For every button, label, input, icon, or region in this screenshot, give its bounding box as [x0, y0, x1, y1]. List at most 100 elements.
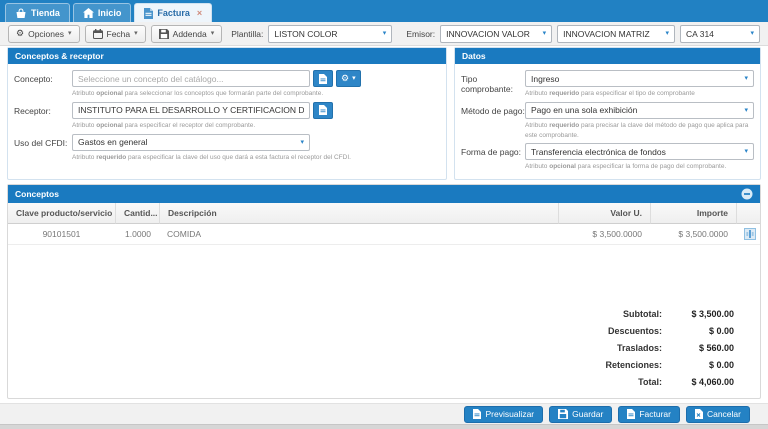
sucursal-value: INNOVACION MATRIZ	[563, 29, 650, 39]
plantilla-value: LISTON COLOR	[274, 29, 337, 39]
button-label: Facturar	[639, 409, 671, 419]
tab-inicio[interactable]: Inicio	[73, 3, 132, 22]
tab-tienda[interactable]: Tienda	[5, 3, 70, 22]
panel-title: Conceptos	[15, 189, 59, 199]
cell-actions	[736, 224, 760, 245]
cell-clave: 90101501	[8, 224, 115, 245]
forma-pago-value: Transferencia electrónica de fondos	[531, 147, 666, 157]
save-icon	[558, 409, 568, 419]
concepto-settings-button[interactable]: ⚙ ▾	[336, 70, 361, 87]
fecha-button[interactable]: Fecha ▾	[85, 25, 146, 43]
column-header-valor-u[interactable]: Valor U.	[558, 203, 650, 224]
table-row[interactable]: 90101501 1.0000 COMIDA $ 3,500.0000 $ 3,…	[8, 224, 760, 245]
metodo-pago-label: Método de pago:	[461, 102, 525, 141]
document-icon	[319, 74, 327, 84]
cell-descripcion: COMIDA	[159, 224, 558, 245]
concepto-label: Concepto:	[14, 70, 72, 99]
column-header-descripcion[interactable]: Descripción	[159, 203, 558, 224]
bottom-strip	[0, 424, 768, 429]
total-value: $ 0.00	[662, 360, 734, 370]
totals-row-retenciones: Retenciones: $ 0.00	[8, 356, 734, 373]
button-label: Previsualizar	[485, 409, 534, 419]
sucursal-select[interactable]: INNOVACION MATRIZ ▾	[557, 25, 675, 43]
opciones-button[interactable]: ⚙ Opciones ▾	[8, 25, 80, 43]
close-tab-icon[interactable]: ×	[197, 9, 202, 18]
collapse-panel-icon[interactable]	[741, 188, 753, 200]
panel-header: Conceptos	[8, 185, 760, 203]
tab-factura[interactable]: Factura ×	[134, 3, 212, 22]
concepto-catalog-button[interactable]	[313, 70, 333, 87]
tab-bar: Tienda Inicio Factura ×	[0, 0, 768, 22]
tab-label: Inicio	[98, 8, 122, 18]
column-header-clave[interactable]: Clave producto/servicio	[8, 203, 115, 224]
metodo-pago-row: Método de pago: Pago en una sola exhibic…	[461, 102, 754, 141]
table-header: Clave producto/servicio Cantid... Descri…	[8, 203, 760, 224]
concepto-row: Concepto: ⚙ ▾ Atrib	[14, 70, 440, 99]
cancel-icon	[695, 409, 703, 419]
forma-pago-label: Forma de pago:	[461, 143, 525, 172]
fecha-label: Fecha	[107, 29, 131, 39]
totals-block: Subtotal: $ 3,500.00 Descuentos: $ 0.00 …	[8, 301, 760, 398]
uso-cfdi-select[interactable]: Gastos en general ▾	[72, 134, 310, 151]
panel-title: Datos	[462, 51, 486, 61]
metodo-pago-select[interactable]: Pago en una sola exhibición ▾	[525, 102, 754, 119]
column-header-importe[interactable]: Importe	[650, 203, 736, 224]
tipo-comprobante-help: Atributo requerido para especificar el t…	[525, 89, 754, 99]
receptor-help: Atributo opcional para especificar el re…	[72, 121, 440, 131]
uso-cfdi-value: Gastos en general	[78, 137, 147, 147]
panel-body: Tipo comprobante: Ingreso ▾ Atributo req…	[455, 64, 760, 179]
chevron-down-icon: ▾	[383, 30, 387, 37]
table-empty-area	[8, 245, 760, 301]
totals-row-subtotal: Subtotal: $ 3,500.00	[8, 305, 734, 322]
emisor-label: Emisor:	[406, 29, 435, 39]
gear-icon: ⚙	[341, 74, 349, 83]
guardar-button[interactable]: Guardar	[549, 406, 612, 423]
panel-title: Conceptos & receptor	[15, 51, 104, 61]
total-label: Traslados:	[502, 343, 662, 353]
total-label: Descuentos:	[502, 326, 662, 336]
chevron-down-icon: ▾	[543, 30, 547, 37]
receptor-row: Receptor: Atributo opcional para especif…	[14, 102, 440, 131]
conceptos-receptor-panel: Conceptos & receptor Concepto: ⚙	[7, 47, 447, 180]
plantilla-select[interactable]: LISTON COLOR ▾	[268, 25, 392, 43]
column-header-cantidad[interactable]: Cantid...	[115, 203, 159, 224]
tab-label: Factura	[157, 8, 190, 18]
receptor-input[interactable]	[72, 102, 310, 119]
tab-label: Tienda	[31, 8, 60, 18]
chevron-down-icon: ▾	[352, 75, 356, 82]
cell-cantidad: 1.0000	[115, 224, 159, 245]
emisor-select[interactable]: INNOVACION VALOR ▾	[440, 25, 552, 43]
panel-header: Conceptos & receptor	[8, 48, 446, 64]
cancelar-button[interactable]: Cancelar	[686, 406, 750, 423]
panel-header: Datos	[455, 48, 760, 64]
chevron-down-icon: ▾	[68, 30, 72, 37]
receptor-label: Receptor:	[14, 102, 72, 131]
total-value: $ 560.00	[662, 343, 734, 353]
footer-bar: Previsualizar Guardar Facturar Cancelar	[0, 403, 768, 424]
serie-value: CA 314	[686, 29, 714, 39]
concepto-input[interactable]	[72, 70, 310, 87]
total-label: Subtotal:	[502, 309, 662, 319]
total-value: $ 4,060.00	[662, 377, 734, 387]
previsualizar-button[interactable]: Previsualizar	[464, 406, 543, 423]
cell-valor-u: $ 3,500.0000	[558, 224, 650, 245]
tipo-comprobante-select[interactable]: Ingreso ▾	[525, 70, 754, 87]
chevron-down-icon: ▾	[744, 107, 748, 114]
document-icon	[319, 105, 327, 115]
conceptos-panel: Conceptos Clave producto/servicio Cantid…	[7, 184, 761, 399]
plantilla-label: Plantilla:	[231, 29, 263, 39]
chevron-down-icon: ▾	[744, 75, 748, 82]
uso-cfdi-label: Uso del CFDI:	[14, 134, 72, 163]
receptor-catalog-button[interactable]	[313, 102, 333, 119]
row-detail-icon[interactable]	[744, 228, 756, 240]
preview-icon	[473, 409, 481, 419]
serie-select[interactable]: CA 314 ▾	[680, 25, 760, 43]
total-label: Total:	[502, 377, 662, 387]
chevron-down-icon: ▾	[750, 30, 754, 37]
forma-pago-select[interactable]: Transferencia electrónica de fondos ▾	[525, 143, 754, 160]
totals-row-traslados: Traslados: $ 560.00	[8, 339, 734, 356]
facturar-button[interactable]: Facturar	[618, 406, 680, 423]
chevron-down-icon: ▾	[300, 139, 304, 146]
addenda-button[interactable]: Addenda ▾	[151, 25, 223, 43]
forma-pago-row: Forma de pago: Transferencia electrónica…	[461, 143, 754, 172]
